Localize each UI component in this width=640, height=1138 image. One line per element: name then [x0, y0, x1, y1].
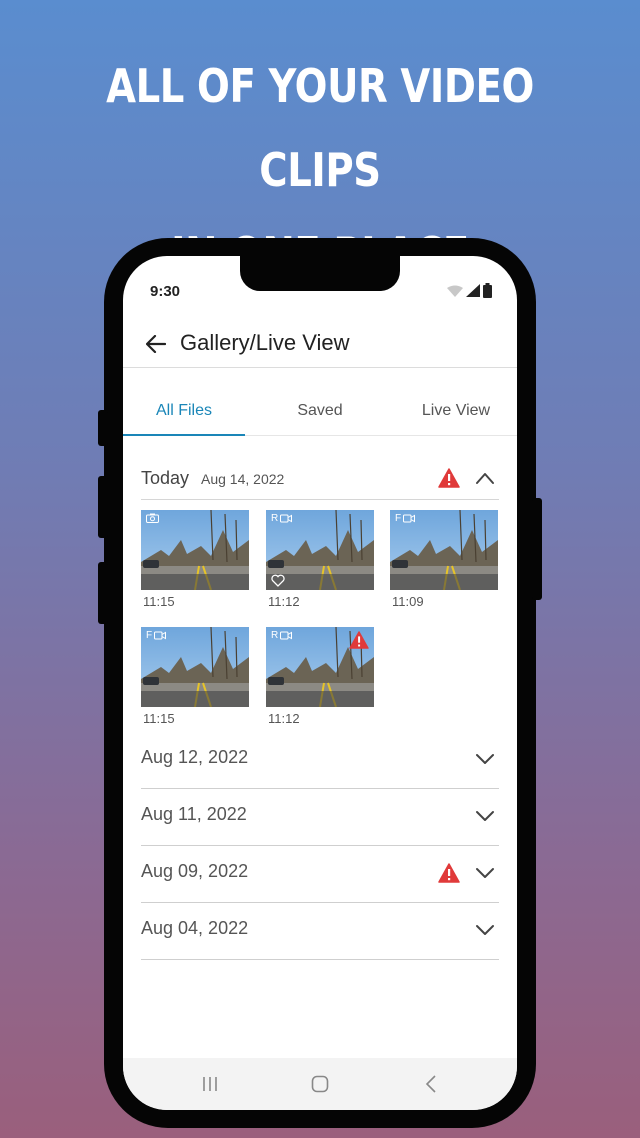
clip-badge-label: R	[271, 630, 279, 641]
notch	[240, 256, 400, 291]
signal-icon	[466, 284, 480, 297]
video-clip-thumbnail[interactable]: R	[266, 627, 374, 707]
app-bar: Gallery/Live View	[123, 326, 517, 368]
date-group-label: Aug 09, 2022	[141, 861, 249, 881]
date-group-row[interactable]: Aug 12, 2022	[141, 732, 499, 789]
chevron-down-icon[interactable]	[475, 923, 495, 937]
wifi-icon	[447, 285, 463, 297]
date-group-row[interactable]: Aug 11, 2022	[141, 789, 499, 846]
date-group-row[interactable]: Aug 09, 2022	[141, 846, 499, 903]
clip-badge: R	[271, 513, 293, 524]
clip-badge-label: F	[395, 513, 402, 524]
today-label: Today	[141, 468, 190, 488]
video-icon	[280, 514, 293, 523]
clip-time: 11:15	[143, 711, 175, 726]
video-clip-thumbnail[interactable]: F	[390, 510, 498, 590]
clip-time: 11:12	[268, 594, 300, 609]
phone-power-button	[532, 498, 542, 600]
clip-time: 11:12	[268, 711, 300, 726]
clip-badge: F	[395, 513, 416, 524]
video-clip-thumbnail[interactable]: F	[141, 627, 249, 707]
heart-icon	[271, 574, 285, 587]
video-icon	[154, 631, 167, 640]
page-title: Gallery/Live View	[180, 330, 350, 355]
clip-time: 11:09	[392, 594, 424, 609]
status-icons	[447, 283, 492, 298]
phone-side-button	[98, 410, 108, 446]
today-section-header[interactable]: Today Aug 14, 2022	[141, 468, 499, 510]
date-group-label: Aug 04, 2022	[141, 918, 249, 938]
phone-screen: 9:30 Gallery/Live View All Files Saved L…	[123, 256, 517, 1110]
recent-apps-button[interactable]	[198, 1072, 222, 1096]
tab-bar: All Files Saved Live View	[123, 368, 517, 436]
video-clip-thumbnail[interactable]	[141, 510, 249, 590]
date-group-row[interactable]: Aug 04, 2022	[141, 903, 499, 960]
clip-badge-label: F	[146, 630, 153, 641]
alert-icon	[349, 631, 369, 649]
date-group-label: Aug 11, 2022	[141, 804, 247, 824]
video-icon	[403, 514, 416, 523]
chevron-down-icon[interactable]	[475, 866, 495, 880]
chevron-up-icon[interactable]	[475, 471, 495, 485]
arrow-left-icon	[146, 335, 166, 353]
alert-icon	[438, 468, 460, 488]
system-back-button[interactable]	[419, 1072, 443, 1096]
back-icon	[425, 1075, 436, 1093]
tab-all-files[interactable]: All Files	[123, 368, 245, 436]
tab-live-view[interactable]: Live View	[395, 368, 517, 436]
tab-saved[interactable]: Saved	[259, 368, 381, 436]
battery-icon	[483, 283, 492, 298]
date-group-label: Aug 12, 2022	[141, 747, 249, 767]
chevron-down-icon[interactable]	[475, 752, 495, 766]
home-icon	[311, 1075, 329, 1093]
phone-side-button	[98, 562, 108, 624]
home-button[interactable]	[308, 1072, 332, 1096]
clip-badge: F	[146, 630, 167, 641]
system-nav-bar	[123, 1058, 517, 1110]
clip-time: 11:15	[143, 594, 175, 609]
video-icon	[280, 631, 293, 640]
phone-side-button	[98, 476, 108, 538]
alert-icon	[438, 863, 460, 883]
clip-badge-label: R	[271, 513, 279, 524]
camera-icon	[146, 513, 159, 523]
back-button[interactable]	[143, 331, 169, 357]
clip-badge: R	[271, 630, 293, 641]
recent-apps-icon	[203, 1077, 217, 1091]
section-divider	[141, 499, 499, 500]
headline-line-1: ALL OF YOUR VIDEO CLIPS	[106, 59, 534, 197]
status-time: 9:30	[150, 283, 181, 300]
chevron-down-icon[interactable]	[475, 809, 495, 823]
today-date: Aug 14, 2022	[201, 471, 285, 487]
video-clip-thumbnail[interactable]: R	[266, 510, 374, 590]
